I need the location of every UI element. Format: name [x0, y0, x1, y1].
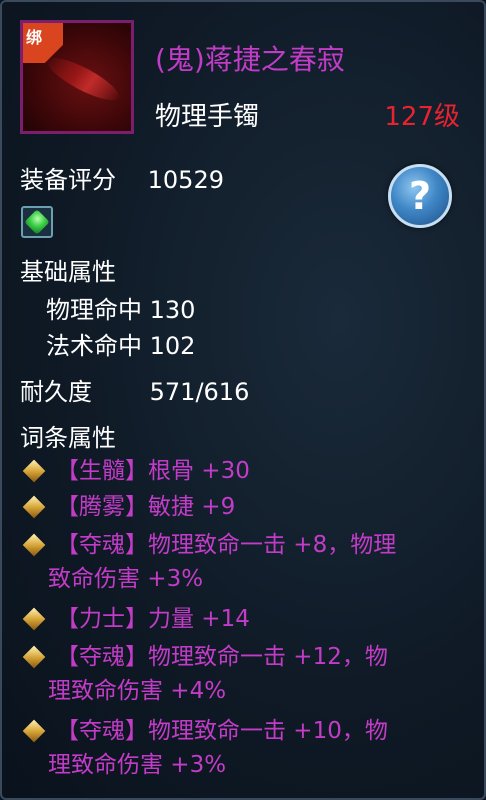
affix-text: 【夺魂】物理致命一击 +10，物	[56, 718, 388, 744]
question-icon: ?	[408, 174, 432, 218]
equipment-score-label: 装备评分	[20, 166, 116, 194]
affix-text: 【力士】力量 +14	[56, 606, 250, 632]
item-level: 127级	[384, 102, 460, 132]
item-type: 物理手镯	[155, 102, 260, 132]
base-stat-value: 130	[149, 296, 196, 324]
equipment-score-value: 10529	[147, 166, 224, 194]
affix-text-continued: 理致命伤害 +3%	[48, 752, 227, 778]
base-stat-row: 法术命中 102	[46, 326, 195, 361]
durability-row: 耐久度 571/616	[20, 372, 249, 407]
bind-badge-label: 绑	[26, 28, 43, 47]
affix-text: 【腾雾】敏捷 +9	[56, 494, 236, 520]
affix-text-continued: 理致命伤害 +4%	[48, 678, 227, 704]
item-icon[interactable]: 绑	[20, 20, 134, 134]
durability-label: 耐久度	[20, 378, 92, 406]
affix-item: 【力士】力量 +14	[22, 602, 250, 636]
item-name: (鬼)蒋捷之春寂	[155, 43, 345, 76]
equipment-score-row: 装备评分 10529	[20, 160, 224, 195]
affix-attributes-title: 词条属性	[20, 424, 116, 452]
affix-item: 【夺魂】物理致命一击 +12，物 理致命伤害 +4%	[22, 640, 388, 708]
diamond-bullet-icon	[22, 495, 46, 519]
bind-badge: 绑	[23, 23, 63, 63]
base-stat-label: 物理命中	[46, 296, 142, 324]
green-gem-icon[interactable]	[21, 206, 53, 238]
item-tooltip-panel: 绑 (鬼)蒋捷之春寂 物理手镯 127级 装备评分 10529 ? 基础属性 物…	[0, 0, 486, 800]
diamond-bullet-icon	[22, 719, 46, 743]
affix-text: 【生髓】根骨 +30	[56, 458, 250, 484]
diamond-bullet-icon	[22, 459, 46, 483]
affix-item: 【生髓】根骨 +30	[22, 454, 250, 488]
help-button[interactable]: ?	[388, 164, 452, 228]
base-stat-value: 102	[149, 332, 196, 360]
diamond-bullet-icon	[22, 533, 46, 557]
base-stat-row: 物理命中 130	[46, 290, 195, 325]
affix-item: 【夺魂】物理致命一击 +10，物 理致命伤害 +3%	[22, 714, 388, 782]
affix-item: 【夺魂】物理致命一击 +8，物理 致命伤害 +3%	[22, 528, 396, 596]
affix-text: 【夺魂】物理致命一击 +12，物	[56, 644, 388, 670]
diamond-bullet-icon	[22, 645, 46, 669]
affix-text: 【夺魂】物理致命一击 +8，物理	[56, 532, 397, 558]
base-attributes-title: 基础属性	[20, 258, 116, 286]
base-stat-label: 法术命中	[46, 332, 142, 360]
diamond-bullet-icon	[22, 607, 46, 631]
durability-value: 571/616	[149, 378, 250, 406]
affix-text-continued: 致命伤害 +3%	[48, 566, 204, 592]
affix-item: 【腾雾】敏捷 +9	[22, 490, 235, 524]
